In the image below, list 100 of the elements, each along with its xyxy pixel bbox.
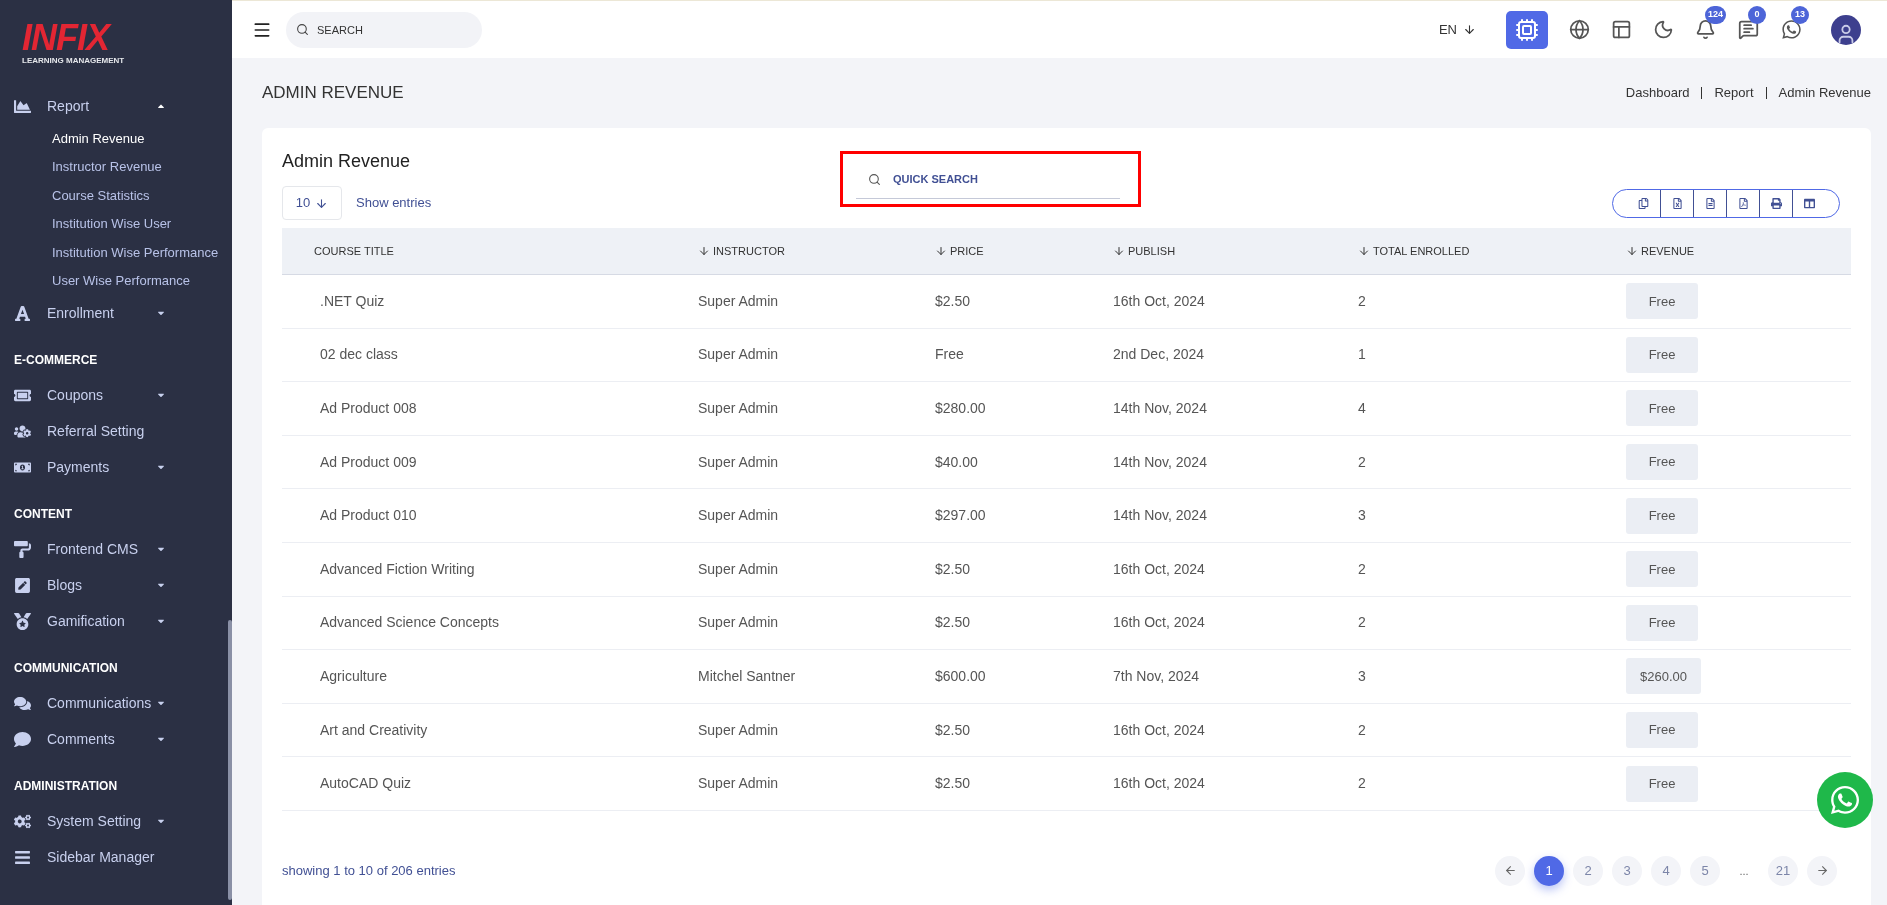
page-button[interactable]: 1 — [1534, 855, 1564, 886]
logo-tagline: LEARNING MANAGEMENT — [22, 56, 126, 66]
revenue-tag: Free — [1626, 444, 1698, 481]
table-cell-text: Mitchel Santner — [698, 666, 797, 686]
sidebar-item[interactable]: Gamification — [0, 603, 232, 639]
count-badge: 0 — [1748, 5, 1766, 24]
section-heading: COMMUNICATION — [14, 661, 118, 675]
table-cell-text: 16th Oct, 2024 — [1113, 774, 1206, 794]
table-cell-text: 4 — [1358, 399, 1367, 418]
sort-arrow-icon — [935, 245, 947, 257]
submenu-item[interactable]: Institution Wise Performance — [0, 238, 232, 267]
column-header[interactable]: PUBLISH — [1113, 242, 1358, 260]
table-cell-text: 2 — [1358, 452, 1367, 472]
sidebar-item[interactable]: Report — [0, 88, 232, 124]
pdf-file-icon — [1737, 197, 1749, 209]
count-badge: 124 — [1705, 5, 1727, 24]
sidebar-item[interactable]: System Setting — [0, 803, 232, 839]
submenu-item[interactable]: Institution Wise User — [0, 209, 232, 238]
column-header[interactable]: COURSE TITLE — [282, 242, 698, 260]
column-header[interactable]: TOTAL ENROLLED — [1358, 242, 1626, 260]
table-cell-text: Agriculture — [319, 666, 388, 686]
table-cell-text: Advanced Science Concepts — [319, 613, 500, 633]
table-cell-text: 2 — [1358, 774, 1367, 794]
table-cell-text: Ad Product 009 — [319, 452, 418, 472]
table-cell-text: 14th Nov, 2024 — [1113, 399, 1208, 418]
breadcrumb-link[interactable]: Report — [1714, 83, 1754, 103]
sidebar-item[interactable]: Referral Setting — [0, 413, 232, 449]
arrow-right-icon — [1815, 864, 1829, 878]
table-cell-text: Art and Creativity — [319, 720, 429, 740]
table-cell-text: Ad Product 010 — [319, 506, 418, 526]
sidebar-item[interactable]: Enrollment — [0, 295, 232, 331]
revenue-tag: Free — [1626, 551, 1698, 588]
scrollbar-thumb[interactable] — [228, 620, 232, 900]
table-cell-text: $2.50 — [935, 559, 972, 579]
ai-chip-button[interactable] — [1506, 10, 1548, 49]
table-cell-text: 02 dec class — [319, 345, 399, 365]
revenue-tag: $260.00 — [1626, 658, 1701, 695]
table-cell-text: AutoCAD Quiz — [319, 774, 413, 794]
table-cell-text: 7th Nov, 2024 — [1113, 666, 1201, 686]
submenu-item[interactable]: User Wise Performance — [0, 266, 232, 295]
table-cell-text: 1 — [1358, 345, 1367, 365]
sidebar-item[interactable]: Sidebar Manager — [0, 839, 232, 875]
page-size-select[interactable]: 10 — [282, 186, 342, 220]
language-select[interactable]: EN — [1438, 19, 1476, 40]
message-icon[interactable] — [1738, 18, 1759, 40]
table-cell-text: 16th Oct, 2024 — [1113, 291, 1206, 311]
search-field[interactable]: SEARCH — [286, 11, 482, 48]
table-cell-text: Advanced Fiction Writing — [319, 559, 476, 579]
table-cell-text: Super Admin — [698, 559, 780, 579]
table-cell-text: $600.00 — [935, 666, 987, 686]
avatar[interactable] — [1831, 14, 1861, 45]
whatsapp-icon — [1829, 784, 1861, 816]
table-cell-text: $297.00 — [935, 506, 987, 526]
sidebar-item[interactable]: Coupons — [0, 377, 232, 413]
print-icon — [1770, 197, 1782, 209]
table-cell-text: 16th Oct, 2024 — [1113, 613, 1206, 633]
chip-icon — [1515, 17, 1539, 42]
table-cell-text: $2.50 — [935, 613, 972, 633]
sidebar-item[interactable]: Blogs — [0, 567, 232, 603]
revenue-tag: Free — [1626, 712, 1698, 749]
logo-wordmark: INFIX — [22, 20, 232, 56]
table-cell-text: Super Admin — [698, 345, 780, 365]
globe-icon[interactable] — [1569, 19, 1590, 40]
table-cell-text: 2 — [1358, 720, 1367, 740]
column-header[interactable]: INSTRUCTOR — [698, 242, 935, 260]
section-heading: E-COMMERCE — [14, 353, 98, 367]
columns-icon — [1803, 197, 1815, 209]
table-cell-text: 16th Oct, 2024 — [1113, 720, 1206, 740]
breadcrumb-link[interactable]: Admin Revenue — [1778, 83, 1871, 103]
column-header[interactable]: PRICE — [935, 242, 1113, 260]
breadcrumb-link[interactable]: Dashboard — [1625, 83, 1690, 103]
search-icon — [296, 22, 309, 36]
submenu-item[interactable]: Admin Revenue — [0, 124, 232, 153]
layout-icon[interactable] — [1611, 19, 1632, 40]
table-cell-text: Super Admin — [698, 613, 780, 633]
submenu-item[interactable]: Instructor Revenue — [0, 152, 232, 181]
moon-icon[interactable] — [1653, 19, 1674, 40]
table-cell-text: Super Admin — [698, 506, 780, 526]
letter-icon — [14, 304, 31, 322]
sidebar-item[interactable]: Communications — [0, 685, 232, 721]
table-cell-text: 2 — [1358, 291, 1367, 311]
sidebar-item[interactable]: Frontend CMS — [0, 531, 232, 567]
entries-summary: showing 1 to 10 of 206 entries — [282, 862, 456, 881]
table-cell-text: Free — [935, 345, 965, 365]
revenue-tag: Free — [1626, 336, 1698, 373]
medal-icon — [14, 612, 31, 630]
sort-arrow-icon — [1626, 245, 1638, 257]
column-header[interactable]: REVENUE — [1626, 242, 1851, 260]
table-cell-text: $280.00 — [935, 399, 987, 418]
table-cell-text: .NET Quiz — [319, 291, 386, 311]
sidebar-item[interactable]: Payments — [0, 449, 232, 485]
sort-arrow-icon — [1113, 245, 1125, 257]
card-title: Admin Revenue — [282, 150, 412, 173]
sort-arrow-icon — [698, 245, 710, 257]
page-title: ADMIN REVENUE — [262, 82, 404, 105]
bell-icon[interactable] — [1695, 18, 1716, 40]
submenu-item[interactable]: Course Statistics — [0, 181, 232, 210]
quick-search-field[interactable]: QUICK SEARCH — [856, 159, 1120, 199]
spreadsheet-file-icon — [1671, 197, 1683, 209]
sidebar-item[interactable]: Comments — [0, 721, 232, 757]
